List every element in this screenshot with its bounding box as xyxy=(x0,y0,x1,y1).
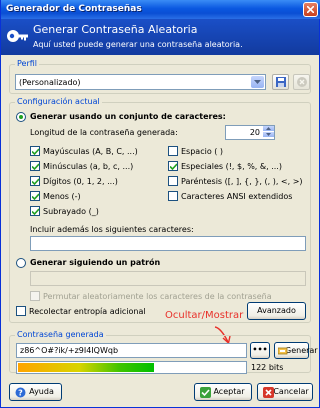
ansi-checkbox[interactable] xyxy=(168,191,178,201)
key-icon xyxy=(7,30,28,42)
lowercase-label: Minúsculas (a, b, c, ...) xyxy=(43,162,134,171)
quality-bar xyxy=(16,361,247,374)
checkmark-icon xyxy=(32,163,39,170)
pattern-radio-label: Generar siguiendo un patrón xyxy=(30,258,161,267)
title-bar[interactable]: Generador de Contraseñas xyxy=(1,0,320,19)
underscore-label: Subrayado (_) xyxy=(43,207,99,216)
length-spinner[interactable]: 20 xyxy=(225,125,275,140)
chevron-down-icon xyxy=(254,80,261,84)
generated-legend: Contraseña generada xyxy=(15,330,106,339)
generate-button-label: Generar xyxy=(285,346,318,355)
close-button[interactable] xyxy=(303,2,318,17)
length-value: 20 xyxy=(249,128,260,137)
special-checkbox[interactable] xyxy=(168,161,178,171)
checkmark-icon xyxy=(170,163,177,170)
brackets-checkbox[interactable] xyxy=(168,176,178,186)
space-label: Espacio ( ) xyxy=(181,147,224,156)
delete-profile-button[interactable] xyxy=(293,74,310,90)
length-spin-arrows[interactable] xyxy=(263,126,274,139)
permute-label: Permutar aleatoriamente los caracteres d… xyxy=(43,292,272,301)
close-icon xyxy=(307,6,314,13)
include-chars-input[interactable] xyxy=(30,236,306,251)
minus-label: Menos (-) xyxy=(43,192,81,201)
pattern-input[interactable] xyxy=(30,271,306,286)
charset-radio-label: Generar usando un conjunto de caracteres… xyxy=(30,112,226,121)
profile-legend: Perfil xyxy=(15,59,40,68)
pattern-radio[interactable] xyxy=(16,258,26,268)
config-legend: Configuración actual xyxy=(15,97,102,106)
checkmark-icon xyxy=(32,193,39,200)
profile-dropdown-arrow[interactable] xyxy=(251,76,264,88)
length-label: Longitud de la contraseña generada: xyxy=(30,128,178,137)
hide-show-annotation: Ocultar/Mostrar xyxy=(165,310,244,321)
quality-bar-fill xyxy=(18,363,155,372)
brackets-label: Paréntesis ([, ], {, }, (, ), <, >) xyxy=(181,177,303,186)
include-label: Incluir además los siguientes caracteres… xyxy=(30,225,194,234)
space-checkbox[interactable] xyxy=(168,146,178,156)
checkmark-icon xyxy=(32,148,39,155)
save-profile-button[interactable] xyxy=(272,74,289,90)
minus-checkbox[interactable] xyxy=(30,191,40,201)
delete-icon xyxy=(297,77,307,87)
generated-password-value: z86^O#?ik/+z9I4IQWqb xyxy=(20,346,119,355)
profile-group: Perfil (Personalizado) xyxy=(9,59,311,94)
config-group: Configuración actual Generar usando un c… xyxy=(9,97,311,323)
header-title: Generar Contraseña Aleatoria xyxy=(33,23,198,36)
chevron-down-icon xyxy=(266,133,271,136)
checkmark-icon xyxy=(32,208,39,215)
digits-label: Dígitos (0, 1, 2, ...) xyxy=(43,177,118,186)
help-icon: ? xyxy=(15,387,26,398)
profile-select[interactable]: (Personalizado) xyxy=(15,74,266,90)
cancel-button[interactable]: Cancelar xyxy=(257,383,313,401)
lowercase-checkbox[interactable] xyxy=(30,161,40,171)
special-label: Especiales (!, $, %, &, ...) xyxy=(181,162,282,171)
generate-icon xyxy=(278,347,288,355)
header-banner: Generar Contraseña Aleatoria Aquí usted … xyxy=(1,19,319,55)
header-subtitle: Aquí usted puede generar una contraseña … xyxy=(33,40,243,49)
spin-down-button[interactable] xyxy=(263,132,274,138)
advanced-button[interactable]: Avanzado xyxy=(247,302,306,320)
save-icon xyxy=(276,77,286,87)
profile-select-value: (Personalizado) xyxy=(19,78,81,87)
cancel-icon xyxy=(263,387,274,398)
uppercase-label: Mayúsculas (A, B, C, ...) xyxy=(43,147,138,156)
password-generator-window: Generador de Contraseñas Generar Contras… xyxy=(0,0,320,408)
chevron-up-icon xyxy=(266,127,271,130)
entropy-checkbox[interactable] xyxy=(16,306,26,316)
generated-group: Contraseña generada z86^O#?ik/+z9I4IQWqb… xyxy=(9,330,318,374)
checkmark-icon xyxy=(200,387,211,398)
underscore-checkbox[interactable] xyxy=(30,206,40,216)
quality-bits-label: 122 bits xyxy=(251,363,284,372)
cancel-button-label: Cancelar xyxy=(273,387,309,396)
help-button-label: Ayuda xyxy=(29,387,54,396)
ansi-label: Caracteres ANSI extendidos xyxy=(181,192,293,201)
generated-password-field[interactable]: z86^O#?ik/+z9I4IQWqb xyxy=(16,343,247,358)
charset-radio[interactable] xyxy=(16,112,26,122)
permute-checkbox[interactable] xyxy=(30,291,40,301)
uppercase-checkbox[interactable] xyxy=(30,146,40,156)
window-title: Generador de Contraseñas xyxy=(6,4,142,14)
svg-text:?: ? xyxy=(18,389,23,398)
entropy-label: Recolectar entropía adicional xyxy=(29,307,146,316)
generate-button[interactable]: Generar xyxy=(274,342,318,359)
ok-button-label: Aceptar xyxy=(213,387,245,396)
digits-checkbox[interactable] xyxy=(30,176,40,186)
help-button[interactable]: ? Ayuda xyxy=(9,383,62,401)
ok-button[interactable]: Aceptar xyxy=(194,383,252,401)
toggle-visibility-button[interactable]: ••• xyxy=(250,342,270,359)
checkmark-icon xyxy=(32,178,39,185)
